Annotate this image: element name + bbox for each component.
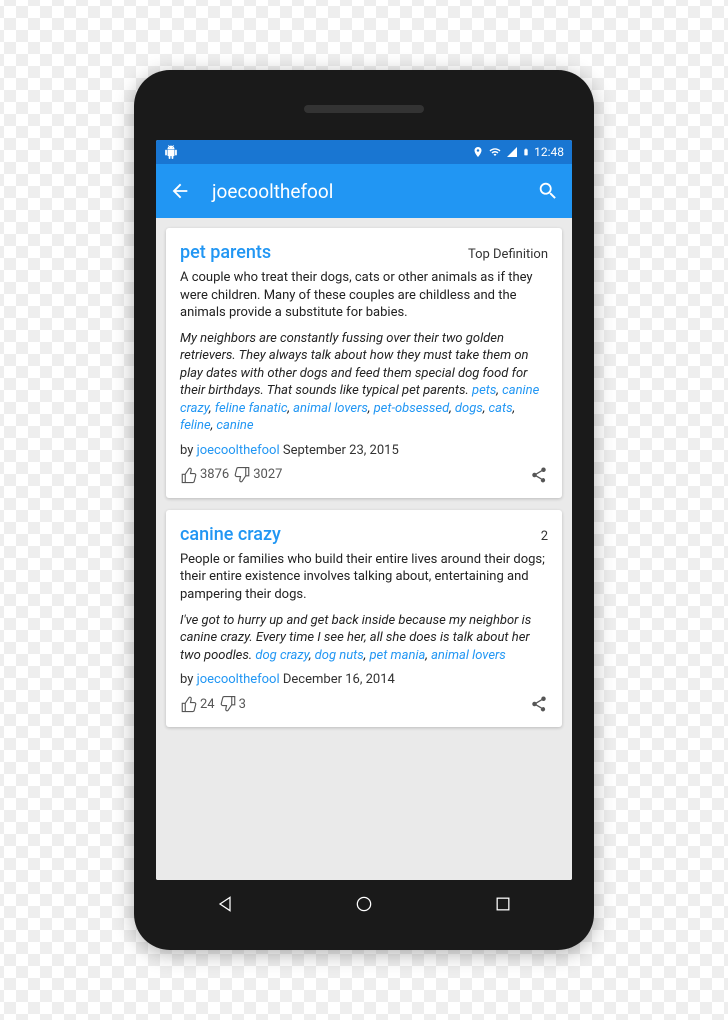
tag-link[interactable]: dog crazy xyxy=(255,648,309,663)
phone-frame: 12:48 joecoolthefool pet parents Top Def… xyxy=(134,70,594,950)
by-label: by xyxy=(180,443,197,458)
example-text: I've got to hurry up and get back inside… xyxy=(180,612,548,665)
thumbs-up-button[interactable]: 3876 xyxy=(180,466,229,484)
tag-link[interactable]: cats xyxy=(489,401,513,416)
definition-card: canine crazy 2 People or families who bu… xyxy=(166,510,562,727)
signal-icon xyxy=(506,146,518,158)
tag-link[interactable]: dog nuts xyxy=(315,648,364,663)
term-title-link[interactable]: pet parents xyxy=(180,242,271,263)
nav-recent-button[interactable] xyxy=(493,894,513,914)
definition-text: A couple who treat their dogs, cats or o… xyxy=(180,269,548,322)
search-button[interactable] xyxy=(536,179,560,203)
tag-link[interactable]: pet mania xyxy=(369,648,425,663)
rank-label: Top Definition xyxy=(468,247,548,262)
back-button[interactable] xyxy=(168,179,192,203)
android-icon xyxy=(164,145,178,159)
status-bar: 12:48 xyxy=(156,140,572,164)
byline: by joecoolthefool September 23, 2015 xyxy=(180,443,548,458)
tag-link[interactable]: feline xyxy=(180,418,211,433)
tag-link[interactable]: pets xyxy=(472,383,496,398)
author-link[interactable]: joecoolthefool xyxy=(197,672,280,687)
app-bar: joecoolthefool xyxy=(156,164,572,218)
status-time: 12:48 xyxy=(534,145,564,159)
byline: by joecoolthefool December 16, 2014 xyxy=(180,672,548,687)
tag-link[interactable]: canine xyxy=(216,418,253,433)
location-icon xyxy=(472,146,484,158)
app-bar-title: joecoolthefool xyxy=(212,180,516,203)
rank-label: 2 xyxy=(541,529,548,544)
screen: 12:48 joecoolthefool pet parents Top Def… xyxy=(156,140,572,880)
thumbs-down-button[interactable]: 3 xyxy=(219,695,246,713)
upvote-count: 24 xyxy=(200,697,215,712)
downvote-count: 3027 xyxy=(253,467,282,482)
upvote-count: 3876 xyxy=(200,467,229,482)
tag-link[interactable]: animal lovers xyxy=(431,648,506,663)
nav-home-button[interactable] xyxy=(354,894,374,914)
thumbs-down-button[interactable]: 3027 xyxy=(233,466,282,484)
nav-back-button[interactable] xyxy=(215,894,235,914)
share-button[interactable] xyxy=(530,695,548,713)
tag-link[interactable]: dogs xyxy=(455,401,483,416)
definition-text: People or families who build their entir… xyxy=(180,551,548,604)
thumbs-up-button[interactable]: 24 xyxy=(180,695,215,713)
android-nav-bar xyxy=(156,880,572,928)
battery-icon xyxy=(522,146,530,158)
tag-link[interactable]: pet-obsessed xyxy=(374,401,450,416)
by-label: by xyxy=(180,672,197,687)
example-text: My neighbors are constantly fussing over… xyxy=(180,330,548,435)
definition-card: pet parents Top Definition A couple who … xyxy=(166,228,562,498)
downvote-count: 3 xyxy=(239,697,246,712)
wifi-icon xyxy=(488,146,502,158)
share-button[interactable] xyxy=(530,466,548,484)
author-link[interactable]: joecoolthefool xyxy=(197,443,280,458)
term-title-link[interactable]: canine crazy xyxy=(180,524,281,545)
date-label: September 23, 2015 xyxy=(283,443,399,458)
content-area[interactable]: pet parents Top Definition A couple who … xyxy=(156,218,572,880)
tag-link[interactable]: feline fanatic xyxy=(215,401,288,416)
date-label: December 16, 2014 xyxy=(283,672,395,687)
tag-link[interactable]: animal lovers xyxy=(293,401,368,416)
